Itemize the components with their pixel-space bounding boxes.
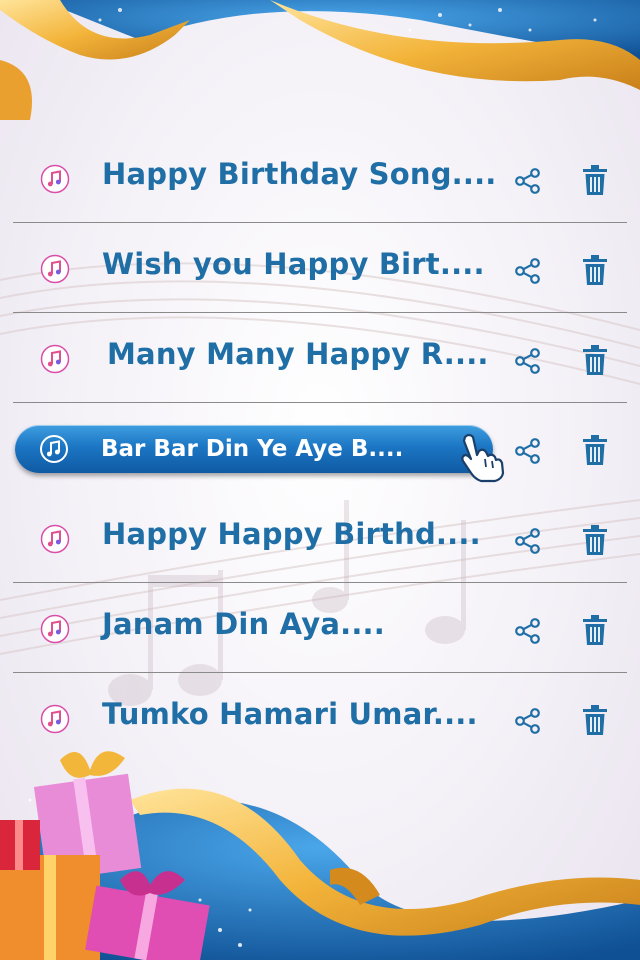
trash-icon[interactable] <box>582 344 608 376</box>
song-title: Wish you Happy Birt.... <box>102 247 485 281</box>
song-title: Bar Bar Din Ye Aye B.... <box>101 436 404 462</box>
song-title: Janam Din Aya.... <box>102 607 385 641</box>
hand-pointer-icon <box>461 433 505 483</box>
trash-icon[interactable] <box>582 524 608 556</box>
song-row[interactable]: Wish you Happy Birt.... <box>0 223 640 313</box>
song-row[interactable]: Janam Din Aya.... <box>0 583 640 673</box>
top-left-ribbon-tail <box>0 60 32 120</box>
share-icon[interactable] <box>513 256 543 286</box>
share-icon[interactable] <box>513 166 543 196</box>
song-title: Happy Happy Birthd.... <box>102 517 481 551</box>
share-icon[interactable] <box>513 346 543 376</box>
music-note-icon <box>40 614 70 644</box>
trash-icon[interactable] <box>582 254 608 286</box>
trash-icon[interactable] <box>582 434 608 466</box>
selected-song-pill[interactable]: Bar Bar Din Ye Aye B.... <box>15 425 505 483</box>
music-note-icon <box>40 704 70 734</box>
share-icon[interactable] <box>513 436 543 466</box>
song-row[interactable]: Happy Birthday Song.... <box>0 133 640 223</box>
music-note-icon <box>40 254 70 284</box>
share-icon[interactable] <box>513 526 543 556</box>
song-row[interactable]: Tumko Hamari Umar.... <box>0 673 640 763</box>
trash-icon[interactable] <box>582 704 608 736</box>
song-title: Many Many Happy R.... <box>107 337 489 371</box>
music-note-icon <box>40 435 68 463</box>
trash-icon[interactable] <box>582 164 608 196</box>
music-note-icon <box>40 344 70 374</box>
song-title: Happy Birthday Song.... <box>102 157 497 191</box>
song-row[interactable]: Many Many Happy R.... <box>0 313 640 403</box>
song-list: Happy Birthday Song.... Wish you Happy B… <box>0 133 640 763</box>
share-icon[interactable] <box>513 616 543 646</box>
music-note-icon <box>40 164 70 194</box>
trash-icon[interactable] <box>582 614 608 646</box>
song-row-selected[interactable]: Bar Bar Din Ye Aye B.... <box>0 403 640 493</box>
song-title: Tumko Hamari Umar.... <box>102 697 478 731</box>
song-row[interactable]: Happy Happy Birthd.... <box>0 493 640 583</box>
share-icon[interactable] <box>513 706 543 736</box>
music-note-icon <box>40 524 70 554</box>
